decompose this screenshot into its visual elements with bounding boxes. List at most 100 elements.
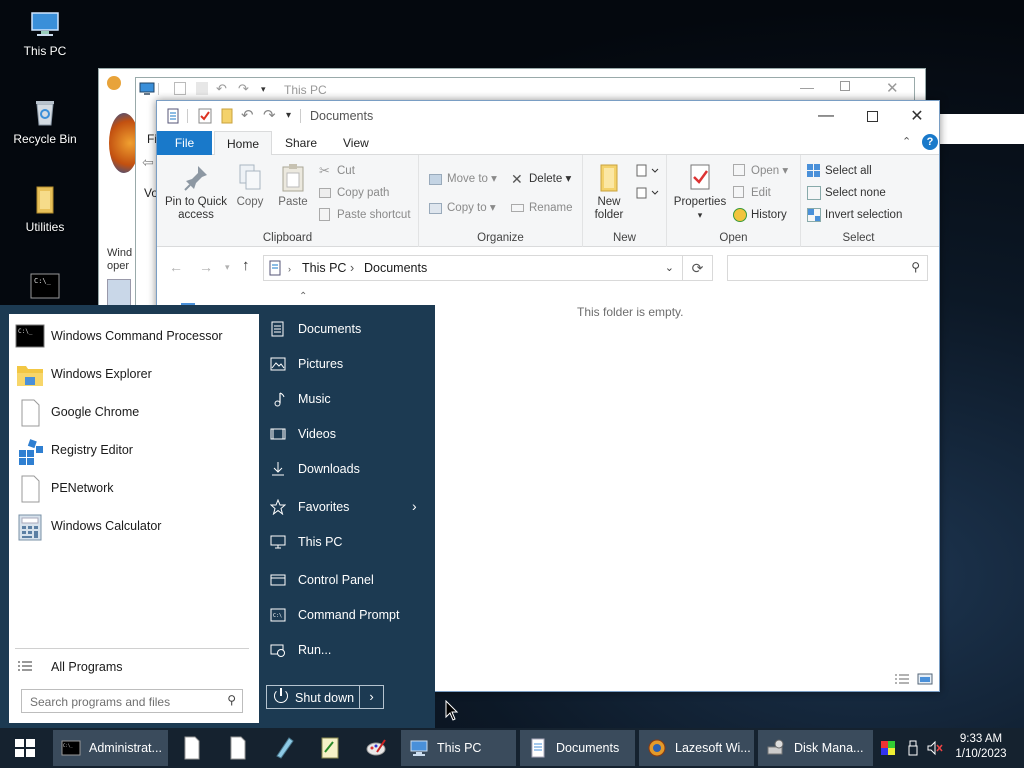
taskbar-button-disk-management[interactable]: Disk Mana...: [758, 730, 873, 766]
scroll-up-icon[interactable]: ⌃: [299, 291, 307, 302]
taskbar-button-lazesoft[interactable]: Lazesoft Wi...: [639, 730, 754, 766]
refresh-button[interactable]: ⟳: [683, 255, 713, 281]
notepad-icon[interactable]: [319, 736, 341, 760]
minimize-button[interactable]: —: [803, 101, 849, 131]
document-icon: [167, 108, 179, 124]
volume-muted-icon[interactable]: [927, 740, 943, 756]
shutdown-options-button[interactable]: ›: [359, 686, 383, 708]
place-item-downloads[interactable]: Downloads: [268, 454, 428, 484]
tab-view[interactable]: View: [331, 131, 381, 155]
shutdown-button[interactable]: Shut down ›: [266, 685, 384, 709]
taskbar-button-administrator[interactable]: C:\_ Administrat...: [53, 730, 168, 766]
app-icon: [107, 76, 121, 90]
recent-chevron-icon[interactable]: ▾: [225, 262, 230, 273]
minimize-icon[interactable]: —: [800, 79, 814, 95]
new-item-icon[interactable]: [635, 163, 659, 179]
breadcrumb-chevron-icon[interactable]: ›: [350, 261, 354, 275]
address-dropdown-chevron-icon[interactable]: ⌄: [665, 261, 674, 274]
program-item-registry-editor[interactable]: Registry Editor: [9, 432, 259, 470]
new-folder-small-icon[interactable]: [219, 108, 235, 124]
history-button[interactable]: History: [733, 205, 787, 225]
copy-to-button[interactable]: Copy to ▾: [429, 198, 496, 218]
close-icon[interactable]: ✕: [886, 79, 899, 97]
blank-file-icon[interactable]: [181, 736, 203, 760]
desktop-icon-this-pc[interactable]: This PC: [5, 8, 85, 58]
edit-button[interactable]: Edit: [733, 183, 771, 203]
ribbon-group-new: New folder New: [583, 155, 667, 247]
taskbar-button-this-pc[interactable]: This PC: [401, 730, 516, 766]
usb-device-icon[interactable]: [905, 740, 921, 756]
breadcrumb-chevron-icon[interactable]: ›: [288, 264, 291, 274]
copy-label: Copy: [236, 196, 264, 208]
place-item-pictures[interactable]: Pictures: [268, 349, 428, 379]
taskbar-button-documents[interactable]: Documents: [520, 730, 635, 766]
place-item-music[interactable]: Music: [268, 384, 428, 414]
title-bar[interactable]: ↶ ↷ ▾ Documents — ✕: [157, 101, 939, 131]
back-arrow-icon[interactable]: ←: [169, 259, 183, 275]
undo-icon[interactable]: ↶: [241, 106, 254, 124]
tab-home[interactable]: Home: [214, 131, 273, 156]
tab-share[interactable]: Share: [273, 131, 329, 155]
breadcrumb-this-pc[interactable]: This PC: [302, 261, 346, 275]
delete-button[interactable]: ✕ Delete ▾: [511, 169, 571, 189]
program-item-penetwork[interactable]: PENetwork: [9, 470, 259, 508]
registry-icon: [19, 439, 43, 465]
taskbar-button-label: Lazesoft Wi...: [675, 741, 751, 755]
collapse-ribbon-chevron-icon[interactable]: ⌃: [902, 135, 911, 148]
tab-file[interactable]: File: [157, 131, 212, 155]
invert-selection-button[interactable]: Invert selection: [807, 205, 902, 225]
search-input[interactable]: ⚲: [727, 255, 928, 281]
redo-icon[interactable]: ↷: [263, 106, 276, 124]
blank-file-icon[interactable]: [227, 736, 249, 760]
open-button[interactable]: Open ▾: [733, 161, 788, 181]
start-button[interactable]: [0, 728, 50, 768]
cut-button[interactable]: ✂ Cut: [319, 161, 355, 181]
properties-button[interactable]: Properties ▾: [671, 159, 729, 222]
forward-arrow-icon[interactable]: →: [199, 259, 213, 275]
paste-button[interactable]: Paste: [273, 159, 313, 209]
breadcrumb-documents[interactable]: Documents: [364, 261, 427, 275]
copy-path-button[interactable]: Copy path: [319, 183, 389, 203]
search-placeholder: Search programs and files: [30, 695, 171, 709]
background-text-oper: oper: [107, 260, 130, 272]
place-item-videos[interactable]: Videos: [268, 419, 428, 449]
place-item-favorites[interactable]: Favorites ›: [268, 492, 428, 522]
paste-shortcut-button[interactable]: Paste shortcut: [319, 205, 411, 225]
up-arrow-icon[interactable]: ↑: [242, 257, 250, 274]
paint-icon[interactable]: [365, 736, 387, 760]
place-item-control-panel[interactable]: Control Panel: [268, 565, 428, 595]
program-item-windows-command-processor[interactable]: C:\_ Windows Command Processor: [9, 318, 259, 356]
place-item-command-prompt[interactable]: C:\ Command Prompt: [268, 600, 428, 630]
new-folder-button[interactable]: New folder: [587, 159, 631, 222]
pen-icon[interactable]: [273, 736, 295, 760]
customize-toolbar-chevron-icon[interactable]: ▾: [286, 110, 291, 121]
pin-to-quick-access-button[interactable]: Pin to Quick access: [163, 159, 229, 222]
desktop-icon-recycle-bin[interactable]: Recycle Bin: [5, 96, 85, 146]
maximize-icon[interactable]: [840, 81, 850, 91]
maximize-button[interactable]: [849, 101, 895, 131]
move-to-button[interactable]: Move to ▾: [429, 169, 497, 189]
select-none-button[interactable]: Select none: [807, 183, 886, 203]
clock[interactable]: 9:33 AM 1/10/2023: [946, 732, 1016, 762]
start-search-input[interactable]: Search programs and files ⚲: [21, 689, 243, 713]
program-item-google-chrome[interactable]: Google Chrome: [9, 394, 259, 432]
place-item-this-pc[interactable]: This PC: [268, 527, 428, 557]
place-item-documents[interactable]: Documents: [268, 314, 428, 344]
desktop-icon-utilities[interactable]: Utilities: [5, 184, 85, 234]
place-item-run[interactable]: Run...: [268, 635, 428, 665]
easy-access-icon[interactable]: [635, 185, 659, 201]
program-item-windows-calculator[interactable]: Windows Calculator: [9, 508, 259, 546]
copy-button[interactable]: Copy: [231, 159, 269, 209]
select-all-button[interactable]: Select all: [807, 161, 872, 181]
details-view-icon[interactable]: [894, 673, 910, 685]
properties-check-icon[interactable]: [197, 108, 213, 124]
rename-button[interactable]: Rename: [511, 198, 572, 218]
desktop-icon-console[interactable]: C:\_: [5, 272, 85, 308]
close-button[interactable]: ✕: [894, 101, 940, 131]
address-input[interactable]: › This PC › Documents ⌄: [263, 255, 683, 281]
display-color-icon[interactable]: [880, 740, 896, 756]
help-icon[interactable]: ?: [922, 134, 938, 150]
program-item-windows-explorer[interactable]: Windows Explorer: [9, 356, 259, 394]
all-programs-button[interactable]: All Programs: [9, 649, 259, 687]
large-icons-view-icon[interactable]: [917, 673, 933, 685]
